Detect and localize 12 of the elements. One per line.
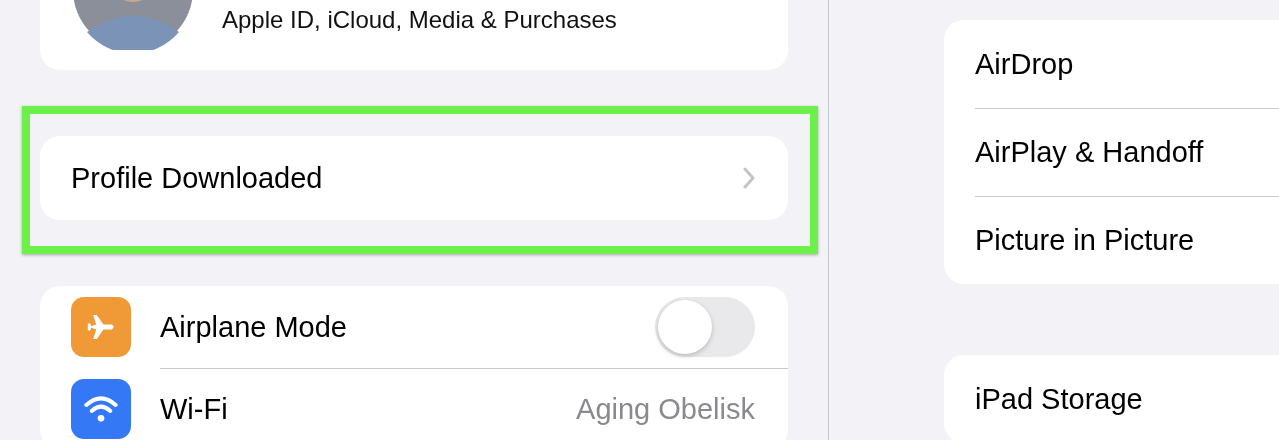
profile-row[interactable]: Profile Downloaded [40,136,788,220]
toggle-switch[interactable] [655,297,755,357]
menu-item[interactable]: AirDrop [975,47,1074,81]
chevron-icon [743,167,755,189]
setting-value: Aging Obelisk [576,393,755,426]
setting-label[interactable]: Airplane Mode [160,310,347,344]
account-subtitle: Apple ID, iCloud, Media & Purchases [222,6,617,34]
menu-item[interactable]: AirPlay & Handoff [975,136,1204,169]
menu-item[interactable]: Picture in Picture [975,224,1195,257]
menu-item[interactable]: iPad Storage [975,382,1143,416]
account-card[interactable]: Apple ID, iCloud, Media & Purchases [40,0,788,70]
setting-label[interactable]: Wi-Fi [160,393,228,426]
